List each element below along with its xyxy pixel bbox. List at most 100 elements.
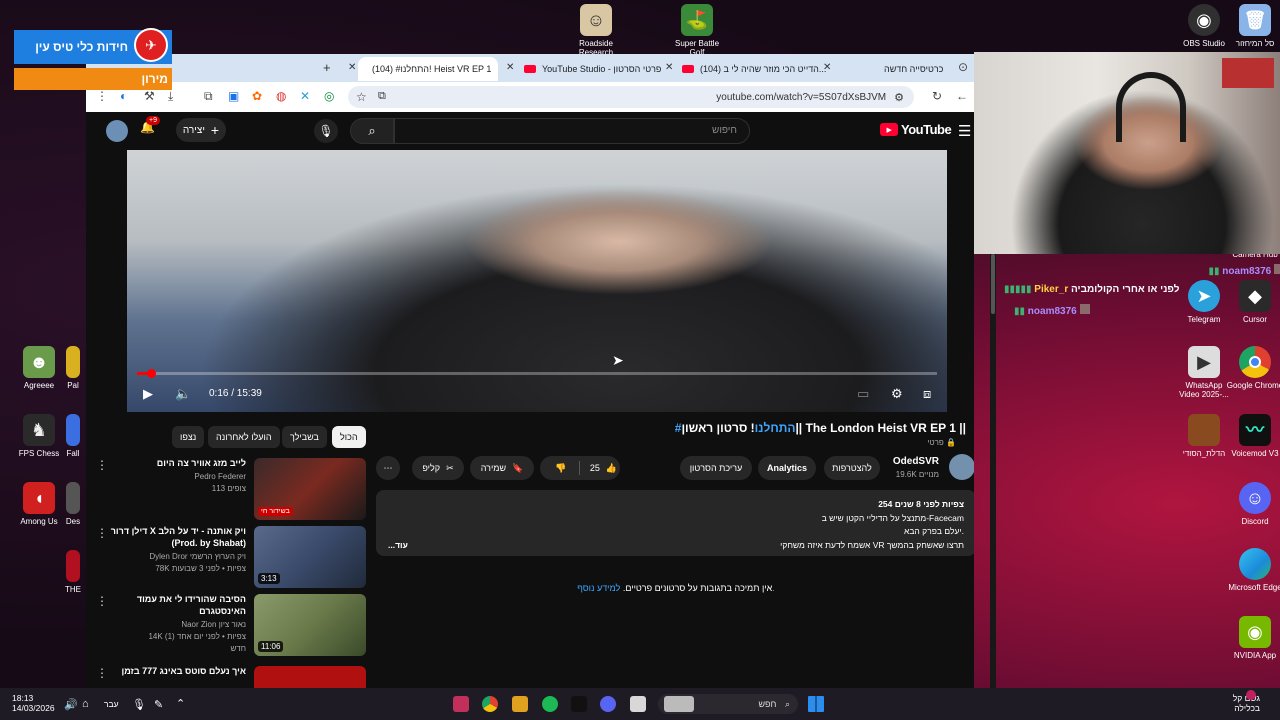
recommendation-channel[interactable]: Dylen Dror ויק הערוץ הרשמי: [96, 552, 246, 562]
desktop-icon-microsoft-edge[interactable]: Microsoft Edge: [1226, 548, 1280, 592]
desktop-icon-cursor[interactable]: ◆ Cursor: [1226, 280, 1280, 324]
hamburger-menu-icon[interactable]: ☰: [958, 122, 971, 140]
extension-icon[interactable]: ✕: [300, 89, 310, 103]
description-box[interactable]: 254 צפיות לפני 8 שנים מתנצל על הדיליי הק…: [376, 490, 974, 556]
taskbar-search[interactable]: חפש ⌕: [658, 694, 798, 714]
filter-chip-recent[interactable]: הועלו לאחרונה: [208, 426, 280, 448]
microphone-icon[interactable]: 🎙: [132, 698, 146, 711]
voice-search-icon[interactable]: 🎙: [314, 119, 338, 143]
recommendation-title[interactable]: לייב מזג אוויר צה היום: [106, 458, 246, 470]
tab-close-icon[interactable]: ✕: [506, 62, 514, 73]
extension-icon[interactable]: ◍: [276, 89, 286, 103]
channel-avatar[interactable]: [949, 454, 974, 480]
tab-video-date[interactable]: (104) הדייט הכי מוזר שהיה לי ב...: [674, 57, 834, 81]
recommendation-item[interactable]: ⋮ 11:06 הסיבה שהורידו לי את עמוד האינסטג…: [86, 594, 366, 658]
clock[interactable]: 18:13 14/03/2026: [12, 693, 55, 713]
desktop-icon-pal[interactable]: Pal: [60, 346, 86, 390]
extension-icon[interactable]: ⧉: [204, 89, 213, 104]
recommendation-title[interactable]: איך נעלם סוטס באינג 777 בזמן: [106, 666, 246, 678]
more-actions-button[interactable]: ⋯: [376, 456, 400, 480]
search-button[interactable]: ⌕: [350, 118, 394, 144]
extension-icon[interactable]: ▣: [228, 89, 239, 103]
recommendation-item[interactable]: ⋮ 3:13 דילן דרור X ויק אותנה - יד על הלב…: [86, 526, 366, 590]
notifications-bell-icon[interactable]: 🔔 +9: [140, 116, 160, 134]
menu-dots-icon[interactable]: ⋮: [96, 89, 108, 103]
video-player[interactable]: ▶ 🔈 0:16 / 15:39 ▭ ⚙ ⧈ ⤢: [127, 150, 947, 412]
reload-icon[interactable]: ↻: [932, 89, 942, 103]
tab-heist-vr-active[interactable]: (104) #התחלנו! Heist VR EP 1: [358, 57, 498, 81]
filter-chip-for-you[interactable]: בשבילך: [282, 426, 327, 448]
scrollbar-thumb[interactable]: [991, 254, 995, 314]
volume-icon[interactable]: 🔈: [175, 386, 191, 402]
taskbar-app-icon[interactable]: [453, 696, 469, 712]
join-button[interactable]: להצטרפות: [824, 456, 880, 480]
desktop-icon-nvidia-app[interactable]: ◉ NVIDIA App: [1226, 616, 1280, 660]
network-icon[interactable]: ⌂: [82, 698, 89, 710]
extension-icon[interactable]: ◎: [324, 89, 334, 103]
edit-video-button[interactable]: עריכת הסרטון: [680, 456, 752, 480]
dislike-icon[interactable]: 👎: [543, 463, 579, 474]
recommendation-title[interactable]: הסיבה שהורידו לי את עמוד האינסטגרם: [106, 594, 246, 617]
recommendation-title[interactable]: דילן דרור X ויק אותנה - יד על הלב (Prod.…: [106, 526, 246, 549]
recommendation-item[interactable]: ⋮ איך נעלם סוטס באינג 777 בזמן: [86, 666, 366, 688]
desktop-icon-secret-door[interactable]: הדלת_הסודי: [1175, 414, 1233, 458]
tab-youtube-studio[interactable]: YouTube Studio - פרטי הסרטון: [516, 57, 669, 81]
filter-chip-watched[interactable]: נצפו: [172, 426, 205, 448]
desktop-icon-the[interactable]: THE: [60, 550, 86, 594]
desktop-icon-google-chrome[interactable]: Google Chrome: [1226, 346, 1280, 390]
tray-icon[interactable]: ✎: [154, 698, 163, 711]
video-thumbnail[interactable]: 11:06: [254, 594, 366, 656]
desktop-icon-des[interactable]: Des: [60, 482, 86, 526]
play-icon[interactable]: ▶: [143, 386, 153, 402]
miniplayer-icon[interactable]: ⧈: [923, 386, 931, 402]
desktop-icon-whatsapp-video[interactable]: ▶ WhatsApp Video 2025-...: [1175, 346, 1233, 399]
video-thumbnail[interactable]: 3:13: [254, 526, 366, 588]
progress-scrubber[interactable]: [146, 369, 156, 378]
extension-icon[interactable]: ✿: [252, 89, 262, 103]
like-icon[interactable]: 👍: [606, 463, 617, 474]
desktop-icon-telegram[interactable]: ➤ Telegram: [1175, 280, 1233, 324]
desktop-icon-super-battle-golf[interactable]: ⛳ Super Battle Golf: [668, 4, 726, 57]
create-button[interactable]: יצירה +: [176, 118, 226, 142]
search-input[interactable]: חיפוש: [394, 118, 750, 144]
site-info-icon[interactable]: ⚙: [894, 91, 904, 104]
desktop-icon-fall[interactable]: Fall: [60, 414, 86, 458]
tab-close-icon[interactable]: ✕: [348, 62, 356, 73]
desktop-icon-obs-studio[interactable]: ◉ OBS Studio: [1175, 4, 1233, 48]
account-avatar[interactable]: [106, 120, 128, 142]
taskbar-terminal-icon[interactable]: [571, 696, 587, 712]
filter-chip-all[interactable]: הכול: [332, 426, 366, 448]
back-icon[interactable]: ←: [956, 89, 968, 103]
windows-start-icon[interactable]: [808, 696, 824, 712]
save-button[interactable]: שמירה 🔖: [470, 456, 534, 480]
share-icon[interactable]: ⧉: [378, 90, 386, 103]
video-thumbnail[interactable]: בשידור חי: [254, 458, 366, 520]
show-more-link[interactable]: ...עוד: [388, 539, 408, 553]
clip-button[interactable]: קליפ ✂: [412, 456, 464, 480]
video-thumbnail[interactable]: [254, 666, 366, 688]
new-tab-icon[interactable]: +: [323, 60, 331, 75]
progress-bar[interactable]: [137, 369, 937, 378]
desktop-icon-roadside-research[interactable]: ☺ Roadside Research: [567, 4, 625, 57]
taskbar-discord-icon[interactable]: [600, 696, 616, 712]
taskbar-chrome-icon[interactable]: [482, 696, 498, 712]
settings-gear-icon[interactable]: ⚙: [891, 386, 903, 402]
tab-new-tab[interactable]: כרטיסייה חדשה: [876, 57, 951, 81]
volume-icon[interactable]: 🔊: [64, 698, 78, 711]
extension-icon[interactable]: ⚒: [144, 89, 155, 103]
channel-name[interactable]: OdedSVR: [893, 456, 939, 467]
bookmark-star-icon[interactable]: ☆: [356, 90, 367, 104]
recommendation-item[interactable]: ⋮ בשידור חי לייב מזג אוויר צה היום Pedro…: [86, 458, 366, 522]
desktop-icon-discord[interactable]: ☺ Discord: [1226, 482, 1280, 526]
recommendation-channel[interactable]: Pedro Federer: [96, 472, 246, 482]
taskbar-app-icon[interactable]: [512, 696, 528, 712]
address-bar[interactable]: ☆ ⧉ youtube.com/watch?v=5S07dXsBJVM ⚙: [348, 86, 914, 108]
recommendation-channel[interactable]: Naor Zion נאור ציון: [96, 620, 246, 630]
desktop-icon-voicemod[interactable]: 〰 Voicemod V3: [1226, 414, 1280, 458]
youtube-logo[interactable]: ▶ YouTube: [880, 122, 952, 137]
language-indicator[interactable]: עבר: [104, 699, 119, 709]
analytics-button[interactable]: Analytics: [758, 456, 816, 480]
taskbar-file-explorer-icon[interactable]: [630, 696, 646, 712]
chrome-menu-icon[interactable]: ⊙: [958, 60, 968, 74]
desktop-icon-recycle-bin[interactable]: 🗑 סל המיחזור: [1226, 4, 1280, 48]
